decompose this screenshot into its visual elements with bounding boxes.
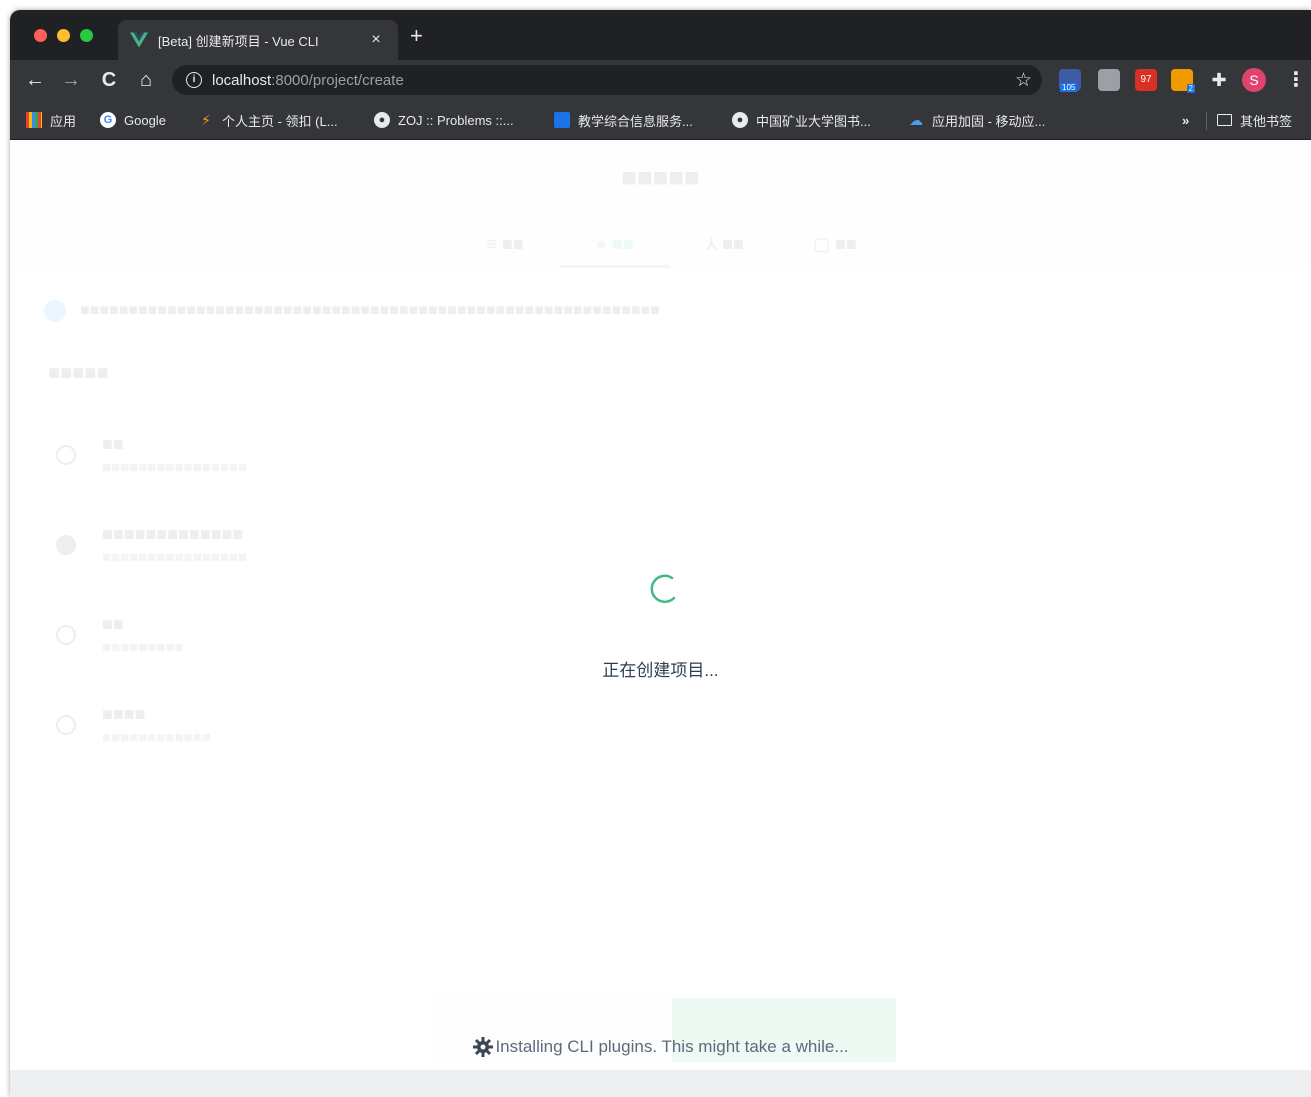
progress-status: Installing CLI plugins. This might take … bbox=[10, 1036, 1311, 1058]
more-bookmarks-button[interactable]: » bbox=[1182, 110, 1189, 130]
browser-toolbar: ← → C ⌂ i localhost :8000/project/create… bbox=[10, 60, 1311, 100]
preset-section-title: ■■■■■ bbox=[48, 362, 109, 384]
bookmark-star-icon[interactable]: ☆ bbox=[1015, 69, 1032, 92]
mail-extension-icon[interactable] bbox=[1098, 69, 1120, 91]
globe-icon: ● bbox=[732, 112, 748, 128]
preset-option: ■■ ■■■■■■■■■■■■■■■■ bbox=[56, 434, 247, 476]
bookmark-divider bbox=[1206, 112, 1207, 130]
globe-icon: ● bbox=[374, 112, 390, 128]
browser-menu-icon[interactable]: ⋮ bbox=[1286, 67, 1306, 92]
tab-details: ≡ ■■ bbox=[486, 234, 524, 254]
vue-logo-icon bbox=[130, 32, 148, 48]
red-extension-icon[interactable]: 97 bbox=[1135, 69, 1157, 91]
preset-option: ■■ ■■■■■■■■■ bbox=[56, 614, 184, 656]
bookmark-item[interactable]: ● ZOJ :: Problems ::... bbox=[374, 110, 514, 130]
loading-spinner-icon bbox=[650, 574, 676, 603]
minimize-window-button[interactable] bbox=[57, 29, 70, 42]
close-window-button[interactable] bbox=[34, 29, 47, 42]
new-tab-button[interactable]: + bbox=[410, 25, 423, 47]
page-title: ■■■■■ bbox=[621, 162, 700, 192]
url-path: :8000/project/create bbox=[271, 71, 404, 89]
profile-avatar[interactable]: S bbox=[1242, 68, 1266, 92]
radio-icon bbox=[56, 715, 76, 735]
page-content: ■■■■■ ≡ ■■ ● ■■ ⅄ ■■ ▢ ■■ ■■■■■■■■■■■■■■… bbox=[10, 140, 1311, 1097]
bookmark-item[interactable]: G Google bbox=[100, 110, 166, 130]
url-host: localhost bbox=[212, 71, 272, 89]
rss-extension-icon[interactable]: 2 bbox=[1171, 69, 1195, 93]
leetcode-icon: ⚡ bbox=[201, 111, 211, 128]
bookmark-item[interactable]: 教学综合信息服务... bbox=[554, 110, 693, 130]
extension-badge-icon[interactable]: 105 bbox=[1059, 69, 1081, 92]
bookmark-item[interactable]: ☁ 应用加固 - 移动应... bbox=[908, 110, 1045, 130]
apps-grid-icon bbox=[26, 112, 42, 128]
folder-icon bbox=[1217, 114, 1232, 126]
bookmark-item[interactable]: 应用 bbox=[26, 110, 76, 130]
puzzle-icon[interactable]: ✚ bbox=[1208, 69, 1230, 91]
radio-icon bbox=[56, 535, 76, 555]
info-alert: ■■■■■■■■■■■■■■■■■■■■■■■■■■■■■■■■■■■■■■■■… bbox=[44, 300, 660, 322]
close-tab-icon[interactable]: × bbox=[366, 31, 386, 49]
stepper-tabs: ≡ ■■ ● ■■ ⅄ ■■ ▢ ■■ bbox=[450, 228, 890, 268]
maximize-window-button[interactable] bbox=[80, 29, 93, 42]
site-info-icon[interactable]: i bbox=[186, 72, 202, 88]
other-bookmarks-folder[interactable]: 其他书签 bbox=[1217, 110, 1292, 130]
active-tab[interactable]: [Beta] 创建新项目 - Vue CLI × bbox=[118, 20, 398, 60]
tab-title: [Beta] 创建新项目 - Vue CLI bbox=[158, 33, 319, 49]
bookmarks-bar: 应用 G Google ⚡ 个人主页 - 领扣 (L... ● ZOJ :: P… bbox=[10, 100, 1311, 140]
gear-icon bbox=[473, 1037, 494, 1057]
bookmark-item[interactable]: ● 中国矿业大学图书... bbox=[732, 110, 871, 130]
loading-message: 正在创建项目... bbox=[602, 661, 719, 680]
info-icon bbox=[44, 300, 66, 322]
status-bar bbox=[10, 1070, 1311, 1097]
preset-option: ■■■■■■■■■■■■■ ■■■■■■■■■■■■■■■■ bbox=[56, 524, 247, 566]
progress-text: Installing CLI plugins. This might take … bbox=[495, 1037, 849, 1056]
reload-icon[interactable]: C bbox=[98, 69, 120, 91]
address-bar[interactable]: i localhost :8000/project/create ☆ bbox=[172, 65, 1042, 95]
project-create-header: ■■■■■ ≡ ■■ ● ■■ ⅄ ■■ ▢ ■■ bbox=[10, 140, 1311, 268]
tab-config: ▢ ■■ bbox=[813, 234, 857, 254]
tab-presets: ● ■■ bbox=[560, 228, 670, 268]
tab-features: ⅄ ■■ bbox=[706, 234, 744, 254]
radio-icon bbox=[56, 625, 76, 645]
cloud-icon: ☁ bbox=[909, 111, 923, 128]
tab-strip: [Beta] 创建新项目 - Vue CLI × + bbox=[10, 10, 1311, 60]
school-icon bbox=[554, 112, 570, 128]
forward-icon[interactable]: → bbox=[60, 69, 82, 91]
bookmark-item[interactable]: ⚡ 个人主页 - 领扣 (L... bbox=[198, 110, 337, 130]
browser-window: [Beta] 创建新项目 - Vue CLI × + ← → C ⌂ i loc… bbox=[10, 10, 1311, 1097]
preset-option: ■■■■ ■■■■■■■■■■■■ bbox=[56, 704, 211, 746]
back-icon[interactable]: ← bbox=[24, 69, 46, 91]
google-icon: G bbox=[100, 112, 116, 128]
home-icon[interactable]: ⌂ bbox=[135, 69, 157, 91]
radio-icon bbox=[56, 445, 76, 465]
